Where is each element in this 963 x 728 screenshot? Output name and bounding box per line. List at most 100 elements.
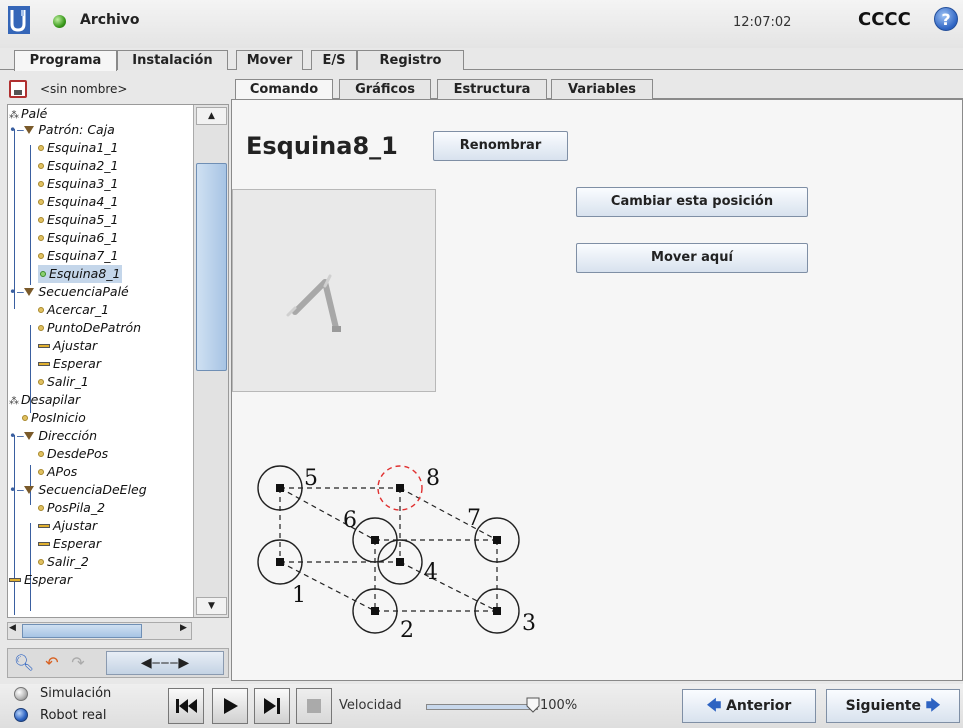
scroll-up-arrow-icon[interactable]: ▲ [196, 107, 227, 125]
expand-triangle-icon[interactable] [24, 288, 35, 296]
tab-comando[interactable]: Comando [235, 79, 333, 100]
expand-triangle-icon[interactable] [24, 486, 35, 494]
tree-node-waypoint[interactable]: PosInicio [22, 409, 86, 427]
tree-node-waypoint[interactable]: Esquina7_1 [38, 247, 118, 265]
ur-logo-icon [8, 6, 30, 34]
tree-vertical-scrollbar[interactable]: ▲ ▼ [193, 105, 228, 617]
rename-button[interactable]: Renombrar [433, 131, 568, 161]
tree-node-action[interactable]: Ajustar [38, 337, 97, 355]
tree-node-waypoint[interactable]: Acercar_1 [38, 301, 109, 319]
real-robot-label: Robot real [40, 708, 107, 723]
tree-horizontal-scrollbar[interactable]: ◀ ▶ [7, 622, 192, 640]
tree-node-waypoint[interactable]: DesdePos [38, 445, 108, 463]
expand-triangle-icon[interactable] [24, 126, 35, 134]
file-menu[interactable]: Archivo [80, 12, 140, 28]
speed-value: 100% [540, 698, 578, 713]
play-button[interactable] [212, 688, 248, 724]
waypoint-icon [38, 181, 44, 187]
tree-node-waypoint-selected[interactable]: Esquina8_1 [38, 265, 123, 283]
tree-node-action[interactable]: Esperar [38, 535, 101, 553]
tab-programa[interactable]: Programa [14, 50, 117, 71]
command-panel: Esquina8_1 Renombrar Cambiar esta posici… [231, 99, 963, 681]
tab-graficos[interactable]: Gráficos [339, 79, 431, 99]
tree-node-waypoint[interactable]: Esquina3_1 [38, 175, 118, 193]
waypoint-icon [38, 451, 44, 457]
action-bar-icon [9, 578, 21, 582]
stop-icon [307, 699, 321, 713]
corner-label: 7 [467, 506, 481, 531]
program-tree[interactable]: ⁂ Palé •‒ Patrón: Caja Esquina1_1 Esquina2… [7, 104, 229, 618]
waypoint-icon [40, 271, 46, 277]
tab-instalacion[interactable]: Instalación [117, 50, 228, 70]
program-header: <sin nombre> [7, 77, 229, 101]
tree-node-waypoint[interactable]: PuntoDePatrón [38, 319, 141, 337]
move-arrow-icon[interactable]: ◀‒‒‒▶ [106, 651, 224, 675]
previous-button[interactable]: 🡄 Anterior [682, 689, 816, 723]
tree-node-waypoint[interactable]: Salir_2 [38, 553, 89, 571]
simulation-radio[interactable] [14, 687, 28, 701]
program-name: <sin nombre> [40, 82, 128, 96]
tree-node-waypoint[interactable]: Salir_1 [38, 373, 89, 391]
tree-node-pick-sequence[interactable]: •‒ SecuenciaDeEleg [9, 481, 147, 499]
tab-mover[interactable]: Mover [236, 50, 303, 70]
arrow-right-icon: 🡆 [925, 698, 941, 714]
play-icon [224, 698, 238, 714]
next-button[interactable]: Siguiente 🡆 [826, 689, 960, 723]
tree-node-waypoint[interactable]: APos [38, 463, 77, 481]
tab-es[interactable]: E/S [311, 50, 357, 70]
undo-icon[interactable]: ↶ [40, 651, 64, 675]
move-here-button[interactable]: Mover aquí [576, 243, 808, 273]
waypoint-icon [38, 559, 44, 565]
scroll-down-arrow-icon[interactable]: ▼ [196, 597, 227, 615]
tree-node-pallet-sequence[interactable]: •‒ SecuenciaPalé [9, 283, 129, 301]
scroll-left-arrow-icon[interactable]: ◀ [9, 623, 16, 633]
waypoint-icon [38, 235, 44, 241]
tree-node-pattern[interactable]: •‒ Patrón: Caja [9, 121, 115, 139]
tab-estructura[interactable]: Estructura [437, 79, 547, 99]
tree-node-waypoint[interactable]: Esquina6_1 [38, 229, 118, 247]
real-robot-radio[interactable] [14, 708, 28, 722]
waypoint-icon [38, 379, 44, 385]
help-icon[interactable]: ? [934, 7, 958, 31]
pattern-diagram: 5 8 6 7 4 1 2 3 [257, 465, 536, 643]
waypoint-icon [38, 325, 44, 331]
change-position-button[interactable]: Cambiar esta posición [576, 187, 808, 217]
corner-label: 8 [426, 466, 440, 491]
skip-back-button[interactable] [168, 688, 204, 724]
robot-status-icon [53, 15, 66, 28]
search-icon[interactable]: 🔍︎ [12, 651, 36, 675]
skip-back-icon [176, 699, 197, 713]
tree-node-waypoint[interactable]: Esquina2_1 [38, 157, 118, 175]
tree-node-waypoint[interactable]: Esquina1_1 [38, 139, 118, 157]
waypoint-icon [38, 163, 44, 169]
step-button[interactable] [254, 688, 290, 724]
action-bar-icon [38, 524, 50, 528]
speed-slider-thumb[interactable] [526, 697, 540, 713]
corner-label: 5 [304, 466, 318, 491]
tree-node-depalletize[interactable]: ⁂ Desapilar [9, 391, 80, 409]
save-icon[interactable] [9, 80, 27, 98]
robot-preview [232, 189, 436, 392]
program-panel: <sin nombre> ⁂ Palé •‒ Patrón: Caja Esquin… [7, 77, 229, 681]
tree-node-action[interactable]: Esperar [38, 355, 101, 373]
tree-node-waypoint[interactable]: Esquina4_1 [38, 193, 118, 211]
speed-slider[interactable] [426, 704, 538, 710]
tab-registro[interactable]: Registro [357, 50, 464, 70]
tree-node-action[interactable]: Esperar [9, 571, 72, 589]
tree-node-action[interactable]: Ajustar [38, 517, 97, 535]
corner-label: 6 [343, 508, 357, 533]
tree-node-waypoint[interactable]: Esquina5_1 [38, 211, 118, 229]
expand-triangle-icon[interactable] [24, 432, 35, 440]
stop-button[interactable] [296, 688, 332, 724]
tab-variables[interactable]: Variables [551, 79, 653, 99]
robot-name: CCCC [858, 9, 911, 30]
scroll-thumb[interactable] [196, 163, 227, 371]
tree-node-waypoint[interactable]: PosPila_2 [38, 499, 105, 517]
scroll-right-arrow-icon[interactable]: ▶ [180, 623, 187, 633]
corner-label: 2 [400, 618, 414, 643]
tree-node-direction[interactable]: •‒ Dirección [9, 427, 97, 445]
scroll-thumb[interactable] [22, 624, 142, 638]
waypoint-icon [38, 505, 44, 511]
redo-icon[interactable]: ↷ [66, 651, 90, 675]
simulation-label: Simulación [40, 686, 112, 701]
